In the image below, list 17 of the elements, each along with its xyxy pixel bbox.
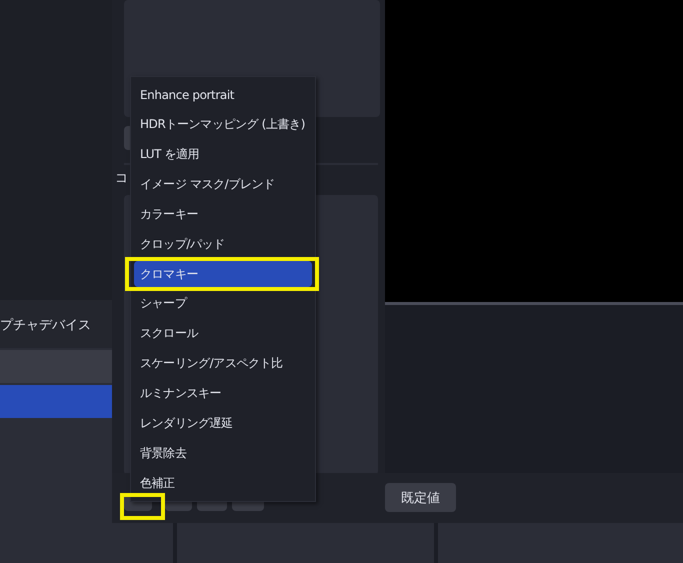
menu-item[interactable]: HDRトーンマッピング (上書き) xyxy=(134,112,312,138)
menu-item[interactable]: LUT を適用 xyxy=(134,142,312,168)
menu-item[interactable]: Enhance portrait xyxy=(134,82,312,108)
menu-item[interactable]: 色補正 xyxy=(134,470,312,496)
source-label: プチャデバイス xyxy=(0,317,91,334)
menu-item[interactable]: 背景除去 xyxy=(134,440,312,466)
defaults-button[interactable]: 既定値 xyxy=(385,483,456,512)
menu-item[interactable]: クロップ/パッド xyxy=(134,231,312,258)
menu-item[interactable]: スケーリング/アスペクト比 xyxy=(134,350,312,377)
menu-item[interactable]: シャープ xyxy=(134,291,312,317)
section-label: コ xyxy=(115,171,128,186)
menu-item[interactable]: ルミナンスキー xyxy=(134,380,312,406)
menu-item[interactable]: カラーキー xyxy=(134,201,312,228)
menu-item[interactable]: クロマキー xyxy=(134,261,312,288)
menu-item[interactable]: スクロール xyxy=(134,320,312,347)
menu-item[interactable]: レンダリング遅延 xyxy=(134,410,312,436)
menu-item[interactable]: イメージ マスク/ブレンド xyxy=(134,172,312,198)
